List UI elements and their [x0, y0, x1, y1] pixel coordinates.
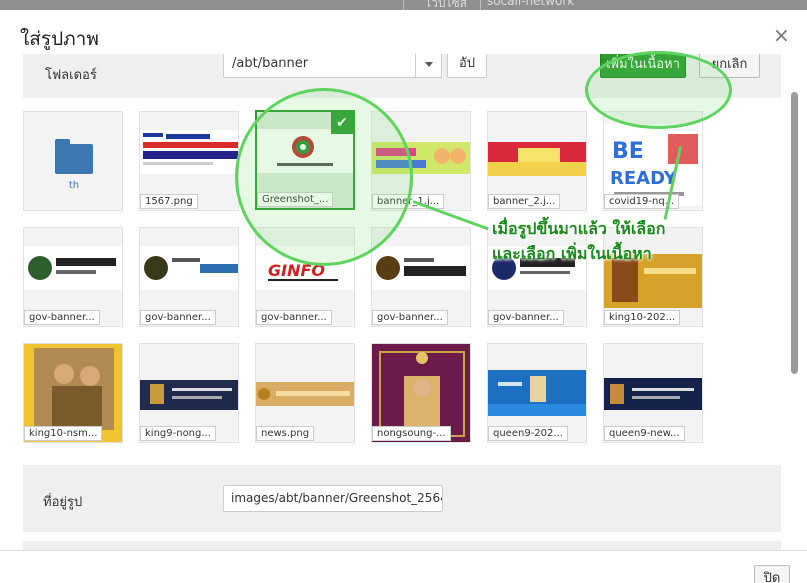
insert-image-dialog: ใส่รูปภาพ × โฟลเดอร์ /abt/banner อัป เพิ…	[0, 10, 807, 583]
image-address-input[interactable]: images/abt/banner/Greenshot_2564	[223, 485, 443, 512]
image-tile[interactable]: king10-nsm...	[23, 343, 123, 443]
image-name: gov-banner...	[140, 310, 216, 325]
image-address-label: ที่อยู่รูป	[43, 495, 83, 510]
image-name: queen9-new...	[604, 426, 685, 441]
image-name: gov-banner...	[488, 310, 564, 325]
image-name: banner_2.j...	[488, 194, 561, 209]
image-tile[interactable]: 1567.png	[139, 111, 239, 211]
checkmark-icon: ✔	[331, 112, 353, 134]
folder-dropdown-button[interactable]	[415, 54, 442, 78]
annotation-text-line1: เมื่อรูปขึ้นมาแล้ว ให้เลือก	[492, 219, 666, 238]
image-thumbnail	[488, 370, 586, 416]
image-tile[interactable]: gov-banner...	[23, 227, 123, 327]
close-button[interactable]: ปิด	[754, 565, 790, 583]
background-divider	[480, 0, 481, 10]
vertical-scrollbar[interactable]	[791, 92, 798, 374]
folder-icon	[55, 139, 93, 174]
background-page: เว็ปไซส์ socail-network	[0, 0, 807, 10]
image-thumbnail	[257, 129, 353, 173]
cancel-button[interactable]: ยกเลิก	[699, 54, 760, 78]
image-thumbnail	[256, 382, 354, 406]
image-name: queen9-202...	[488, 426, 568, 441]
folder-toolbar: โฟลเดอร์ /abt/banner อัป เพิ่มในเนื้อหา …	[23, 54, 781, 98]
options-panel	[23, 541, 781, 550]
insert-into-content-button[interactable]: เพิ่มในเนื้อหา	[600, 54, 686, 78]
folder-tile[interactable]: th	[23, 111, 123, 211]
image-thumbnail: GINFO	[256, 246, 354, 290]
image-name: king9-nong...	[140, 426, 216, 441]
annotation-text-line2: และเลือก เพิ่มในเนื้อหา	[492, 244, 652, 263]
image-thumbnail	[372, 246, 470, 290]
image-thumbnail	[24, 246, 122, 290]
image-tile[interactable]: gov-banner...	[139, 227, 239, 327]
image-thumbnail	[372, 142, 470, 174]
folder-label: โฟลเดอร์	[45, 68, 97, 83]
image-tile[interactable]: nongsoung-...	[371, 343, 471, 443]
svg-text:GINFO: GINFO	[268, 261, 325, 280]
folder-name: th	[68, 180, 80, 191]
image-tile[interactable]: queen9-202...	[487, 343, 587, 443]
folder-input[interactable]: /abt/banner	[223, 54, 415, 78]
image-thumbnail	[604, 378, 702, 410]
image-thumbnail	[140, 246, 238, 290]
dialog-body[interactable]: โฟลเดอร์ /abt/banner อัป เพิ่มในเนื้อหา …	[0, 54, 807, 550]
image-tile[interactable]: banner_2.j...	[487, 111, 587, 211]
image-thumbnail	[140, 130, 238, 174]
background-divider	[403, 0, 404, 10]
image-name: gov-banner...	[24, 310, 100, 325]
image-tile[interactable]: king9-nong...	[139, 343, 239, 443]
image-tile[interactable]: GINFO gov-banner...	[255, 227, 355, 327]
dialog-title: ใส่รูปภาพ	[20, 28, 99, 50]
image-name: 1567.png	[140, 194, 198, 209]
svg-text:READY: READY	[610, 168, 678, 189]
footer-divider	[0, 550, 807, 551]
image-address-panel: ที่อยู่รูป images/abt/banner/Greenshot_2…	[23, 465, 781, 532]
image-name: king10-202...	[604, 310, 681, 325]
chevron-down-icon	[425, 62, 433, 67]
image-name: Greenshot_...	[257, 192, 334, 207]
image-tile[interactable]: news.png	[255, 343, 355, 443]
image-tile[interactable]: banner_1.j...	[371, 111, 471, 211]
image-name: nongsoung-...	[372, 426, 451, 441]
upload-button[interactable]: อัป	[447, 54, 487, 78]
background-col2: socail-network	[487, 0, 575, 8]
image-name: news.png	[256, 426, 315, 441]
svg-text:BE: BE	[612, 139, 644, 164]
image-thumbnail	[488, 142, 586, 176]
image-name: gov-banner...	[372, 310, 448, 325]
image-tile-selected[interactable]: ✔ Greenshot_...	[255, 110, 355, 210]
image-tile[interactable]: gov-banner...	[371, 227, 471, 327]
image-name: gov-banner...	[256, 310, 332, 325]
image-tile[interactable]: queen9-new...	[603, 343, 703, 443]
close-icon[interactable]: ×	[773, 23, 790, 47]
image-tile[interactable]: BE READY covid19-nq...	[603, 111, 703, 211]
image-name: king10-nsm...	[24, 426, 103, 441]
image-thumbnail	[140, 380, 238, 410]
